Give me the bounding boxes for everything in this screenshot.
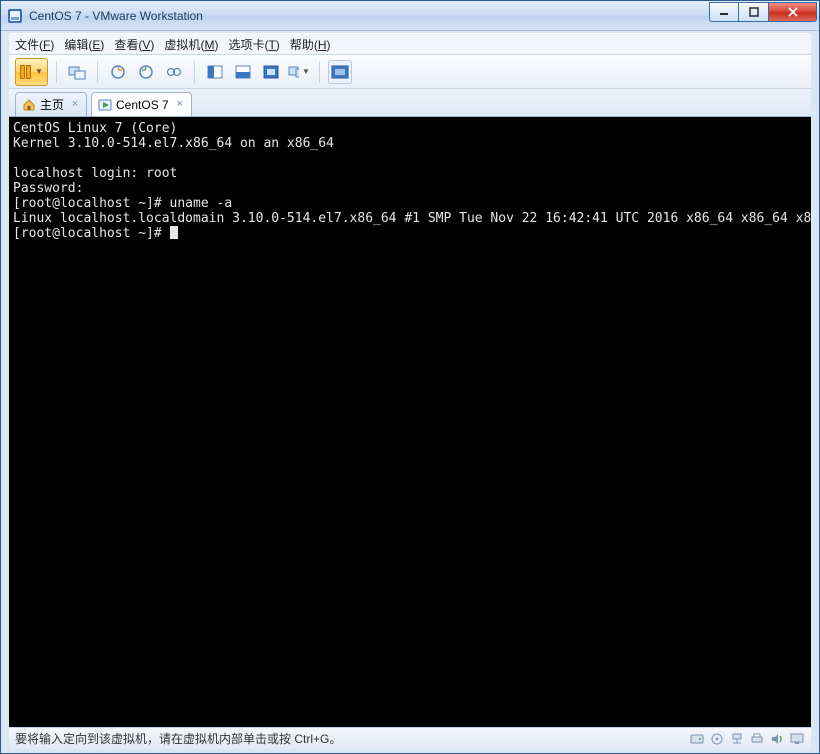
tab-label: CentOS 7 [116,98,169,112]
minimize-button[interactable] [709,2,739,22]
tabstrip: 主页 × CentOS 7 × [9,89,811,117]
separator [56,61,57,83]
terminal-cursor [170,226,178,239]
home-icon [22,98,36,112]
snapshot-manage-button[interactable] [162,60,186,84]
separator [97,61,98,83]
toolbar: ▼ ▼ [9,55,811,89]
chevron-down-icon: ▼ [302,67,310,76]
device-sound-icon[interactable] [769,732,785,746]
vm-running-icon [98,98,112,112]
titlebar[interactable]: CentOS 7 - VMware Workstation [1,1,819,31]
tab-label: 主页 [40,96,64,113]
vm-console[interactable]: CentOS Linux 7 (Core) Kernel 3.10.0-514.… [9,117,811,727]
app-icon [7,8,23,24]
menu-file[interactable]: 文件(F) [15,36,54,53]
close-button[interactable] [769,2,817,22]
device-printer-icon[interactable] [749,732,765,746]
tab-close-icon[interactable]: × [69,98,81,110]
statusbar: 要将输入定向到该虚拟机，请在虚拟机内部单击或按 Ctrl+G。 [9,727,811,749]
snapshot-take-button[interactable] [106,60,130,84]
tab-centos7[interactable]: CentOS 7 × [91,92,192,116]
device-network-icon[interactable] [729,732,745,746]
maximize-button[interactable] [739,2,769,22]
menu-tabs[interactable]: 选项卡(T) [228,36,279,53]
snapshot-revert-button[interactable] [134,60,158,84]
menu-help[interactable]: 帮助(H) [290,36,331,53]
window-buttons [709,2,817,22]
tab-close-icon[interactable]: × [174,98,186,110]
send-ctrl-alt-del-button[interactable] [65,60,89,84]
menu-edit[interactable]: 编辑(E) [64,36,104,53]
show-console-button[interactable] [203,60,227,84]
tab-home[interactable]: 主页 × [15,92,87,116]
menubar: 文件(F) 编辑(E) 查看(V) 虚拟机(M) 选项卡(T) 帮助(H) [9,33,811,55]
menu-vm[interactable]: 虚拟机(M) [164,36,218,53]
separator [319,61,320,83]
device-hdd-icon[interactable] [689,732,705,746]
device-cd-icon[interactable] [709,732,725,746]
device-display-icon[interactable] [789,732,805,746]
separator [194,61,195,83]
status-hint: 要将输入定向到该虚拟机，请在虚拟机内部单击或按 Ctrl+G。 [15,730,341,747]
unity-button[interactable] [328,60,352,84]
app-window: CentOS 7 - VMware Workstation 文件(F) 编辑(E… [0,0,820,754]
terminal-output: CentOS Linux 7 (Core) Kernel 3.10.0-514.… [13,121,807,241]
window-title: CentOS 7 - VMware Workstation [29,9,709,23]
power-button[interactable]: ▼ [15,58,48,86]
multi-monitor-button[interactable]: ▼ [287,60,311,84]
menu-view[interactable]: 查看(V) [114,36,154,53]
chevron-down-icon: ▼ [35,67,43,76]
fullscreen-button[interactable] [259,60,283,84]
show-thumbnail-button[interactable] [231,60,255,84]
